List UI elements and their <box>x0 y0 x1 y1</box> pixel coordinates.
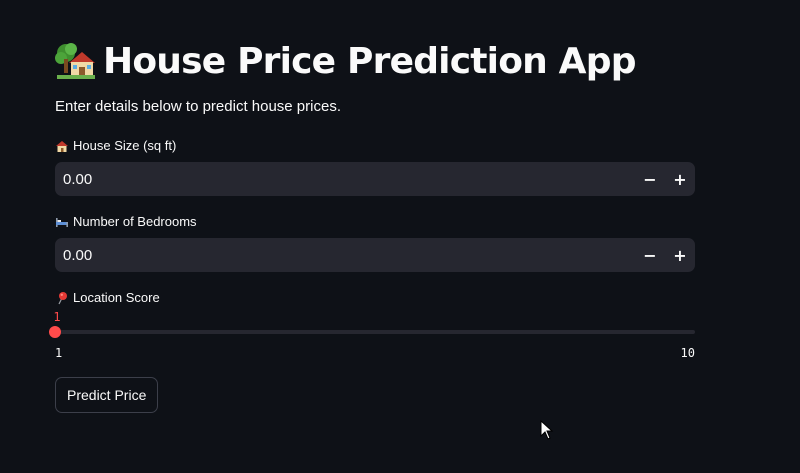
bedrooms-label-text: Number of Bedrooms <box>73 214 197 229</box>
bedrooms-increment-button[interactable]: + <box>665 238 695 272</box>
mouse-pointer-icon <box>540 420 554 440</box>
page-title: House Price Prediction App <box>55 36 636 86</box>
bedrooms-field: − + <box>55 237 695 273</box>
location-score-label: Location Score <box>55 290 160 305</box>
slider-max-label: 10 <box>680 346 695 360</box>
slider-thumb[interactable] <box>49 326 61 338</box>
bedrooms-label: Number of Bedrooms <box>55 214 197 229</box>
location-score-label-text: Location Score <box>73 290 160 305</box>
house-size-input[interactable] <box>55 161 635 197</box>
round-pushpin-icon <box>58 291 67 304</box>
predict-price-button[interactable]: Predict Price <box>55 377 159 413</box>
bedrooms-decrement-button[interactable]: − <box>635 238 665 272</box>
page-title-text: House Price Prediction App <box>103 40 636 82</box>
bed-icon <box>56 217 68 227</box>
house-size-label-text: House Size (sq ft) <box>73 138 177 153</box>
app-root: House Price Prediction App Enter details… <box>0 0 800 473</box>
intro-text: Enter details below to predict house pri… <box>55 98 341 115</box>
house-with-garden-icon <box>55 43 95 79</box>
house-size-decrement-button[interactable]: − <box>635 162 665 196</box>
slider-current-value: 1 <box>53 310 61 324</box>
house-size-increment-button[interactable]: + <box>665 162 695 196</box>
house-icon <box>56 140 68 152</box>
slider-track[interactable] <box>55 330 695 334</box>
slider-min-label: 1 <box>55 346 63 360</box>
location-score-slider[interactable]: 1 1 10 <box>49 308 695 360</box>
house-size-field: − + <box>55 161 695 197</box>
house-size-label: House Size (sq ft) <box>55 138 176 153</box>
bedrooms-input[interactable] <box>55 237 635 273</box>
